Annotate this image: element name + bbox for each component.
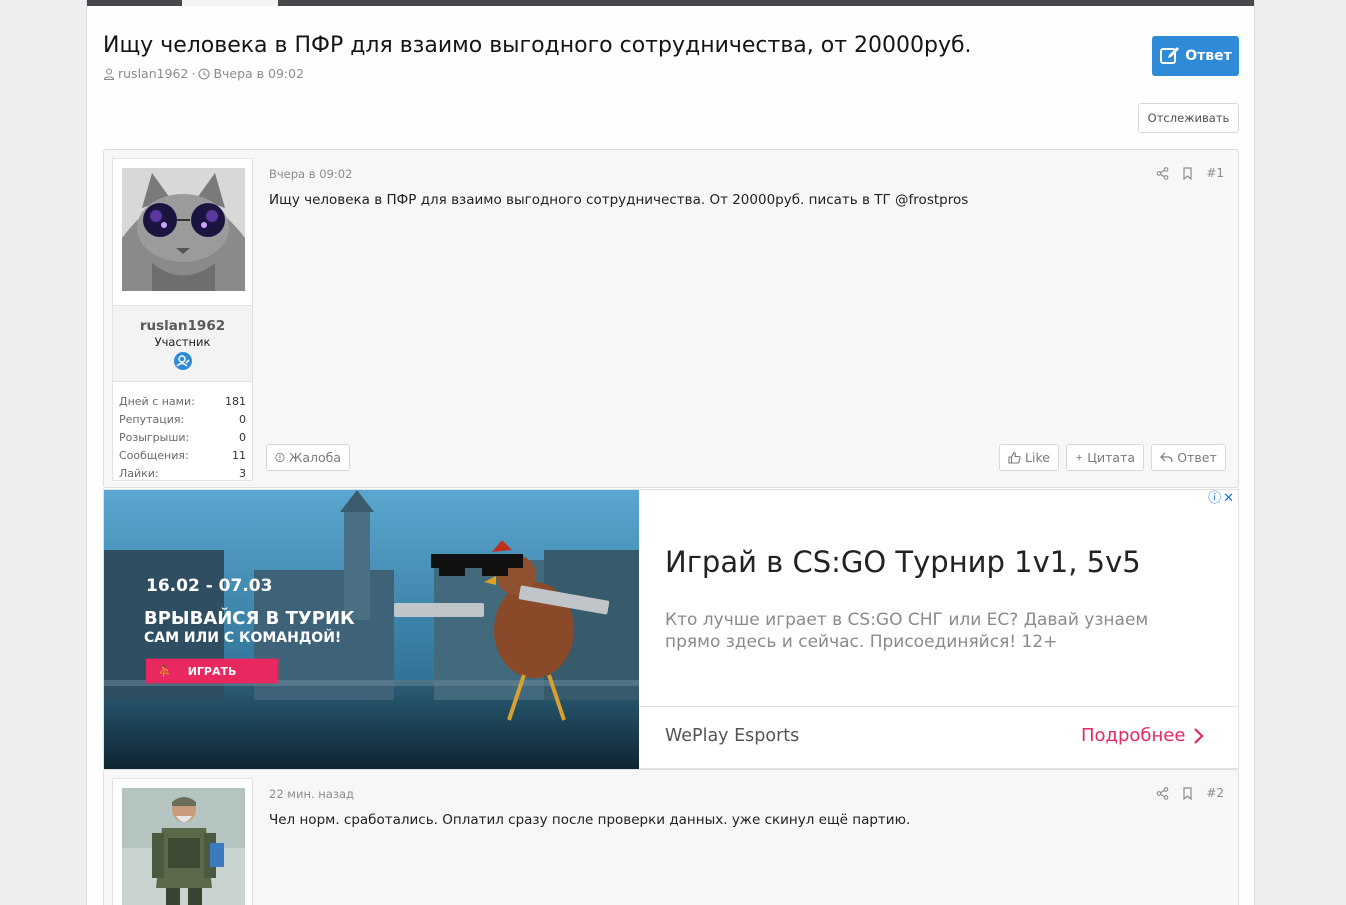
top-nav-bar bbox=[87, 0, 1254, 6]
edit-icon bbox=[1160, 47, 1180, 64]
page-container: Ищу человека в ПФР для взаимо выгодного … bbox=[86, 0, 1255, 905]
stat-label: Сообщения: bbox=[119, 448, 189, 462]
stat-row: Дней с нами: 181 bbox=[119, 392, 246, 410]
stat-row: Лайки: 3 bbox=[119, 464, 246, 482]
bookmark-icon[interactable] bbox=[1181, 166, 1194, 180]
stat-row: Репутация: 0 bbox=[119, 410, 246, 428]
ad-more-label: Подробнее bbox=[1081, 725, 1186, 746]
post-actions-top: #2 bbox=[1156, 786, 1224, 800]
stat-label: Репутация: bbox=[119, 412, 185, 426]
chevron-right-icon bbox=[1194, 727, 1205, 744]
ad-brand[interactable]: WePlay Esports bbox=[665, 726, 799, 746]
thumbs-up-icon bbox=[1008, 451, 1021, 464]
ad-divider bbox=[639, 706, 1239, 707]
thread-reply-label: Ответ bbox=[1185, 48, 1232, 64]
quote-label: Цитата bbox=[1087, 450, 1135, 465]
report-button[interactable]: Жалоба bbox=[266, 444, 350, 471]
watch-thread-button[interactable]: Отслеживать bbox=[1138, 103, 1239, 133]
clock-icon bbox=[198, 67, 210, 80]
ad-info-icon[interactable]: ⓘ bbox=[1208, 492, 1221, 506]
post-number-link[interactable]: #1 bbox=[1206, 166, 1224, 180]
post-reply-button[interactable]: Ответ bbox=[1151, 444, 1226, 471]
active-nav-tab[interactable] bbox=[182, 0, 278, 6]
post-date[interactable]: 22 мин. назад bbox=[269, 787, 354, 801]
post-message: Чел норм. сработались. Оплатил сразу пос… bbox=[269, 812, 911, 828]
post-actions-top: #1 bbox=[1156, 166, 1224, 180]
thread-author-link[interactable]: ruslan1962 bbox=[118, 66, 188, 81]
thread-title: Ищу человека в ПФР для взаимо выгодного … bbox=[103, 33, 972, 58]
user-stats: Дней с нами: 181 Репутация: 0 Розыгрыши: 0 … bbox=[119, 392, 246, 482]
user-name[interactable]: ruslan1962 bbox=[113, 318, 252, 334]
stat-label: Дней с нами: bbox=[119, 394, 195, 408]
alert-icon bbox=[275, 452, 285, 463]
user-icon bbox=[103, 67, 115, 80]
share-icon[interactable] bbox=[1156, 166, 1169, 180]
like-button[interactable]: Like bbox=[999, 444, 1059, 471]
report-label: Жалоба bbox=[288, 450, 341, 465]
quote-button[interactable]: Цитата bbox=[1066, 444, 1144, 471]
avatar[interactable] bbox=[122, 168, 245, 291]
ad-play-button[interactable]: ⛹ ИГРАТЬ bbox=[146, 659, 277, 683]
meta-separator: · bbox=[191, 66, 196, 81]
stat-value: 0 bbox=[239, 412, 246, 426]
ad-close-icon[interactable]: ✕ bbox=[1223, 492, 1234, 506]
post-user-cell bbox=[112, 778, 253, 905]
post-date[interactable]: Вчера в 09:02 bbox=[269, 167, 352, 181]
plus-icon bbox=[1076, 454, 1083, 461]
ad-description: Кто лучше играет в CS:GO СНГ или ЕС? Дав… bbox=[665, 610, 1149, 652]
bookmark-icon[interactable] bbox=[1181, 786, 1194, 800]
post-reply-label: Ответ bbox=[1177, 450, 1217, 465]
ad-headline[interactable]: Играй в CS:GO Турнир 1v1, 5v5 bbox=[665, 545, 1141, 579]
member-badge-icon bbox=[173, 352, 192, 370]
post-1: ruslan1962 Участник Дней с нами: 181 Репу… bbox=[103, 149, 1239, 488]
ad-image[interactable]: 16.02 - 07.03 ВРЫВАЙСЯ В ТУРИК САМ ИЛИ С… bbox=[104, 490, 639, 769]
user-title: Участник bbox=[154, 335, 211, 349]
ad-line-1: ВРЫВАЙСЯ В ТУРИК bbox=[144, 608, 355, 629]
ad-choices[interactable]: ⓘ ✕ bbox=[1208, 492, 1234, 506]
avatar[interactable] bbox=[122, 788, 245, 905]
stat-value: 3 bbox=[239, 466, 246, 480]
ad-line-2: САМ ИЛИ С КОМАНДОЙ! bbox=[144, 630, 342, 646]
user-info: ruslan1962 Участник bbox=[113, 305, 252, 382]
stat-row: Сообщения: 11 bbox=[119, 446, 246, 464]
stat-value: 11 bbox=[232, 448, 246, 462]
stat-value: 181 bbox=[225, 394, 246, 408]
ad-play-label: ИГРАТЬ bbox=[187, 664, 237, 678]
post-2: 22 мин. назад #2 Чел норм. сработались. … bbox=[103, 769, 1239, 905]
post-user-cell: ruslan1962 Участник Дней с нами: 181 Репу… bbox=[112, 158, 253, 481]
thread-reply-button[interactable]: Ответ bbox=[1152, 36, 1239, 76]
stat-label: Розыгрыши: bbox=[119, 430, 190, 444]
stat-row: Розыгрыши: 0 bbox=[119, 428, 246, 446]
ad-dates: 16.02 - 07.03 bbox=[146, 576, 273, 596]
thread-meta: ruslan1962 · Вчера в 09:02 bbox=[103, 66, 304, 81]
thread-date-link[interactable]: Вчера в 09:02 bbox=[213, 66, 304, 81]
post-message: Ищу человека в ПФР для взаимо выгодного … bbox=[269, 192, 969, 208]
advertisement-banner[interactable]: 16.02 - 07.03 ВРЫВАЙСЯ В ТУРИК САМ ИЛИ С… bbox=[103, 489, 1239, 769]
ad-more-link[interactable]: Подробнее bbox=[1081, 725, 1205, 746]
reply-arrow-icon bbox=[1160, 452, 1173, 463]
stat-label: Лайки: bbox=[119, 466, 159, 480]
stat-value: 0 bbox=[239, 430, 246, 444]
like-label: Like bbox=[1025, 450, 1050, 465]
runner-icon: ⛹ bbox=[158, 664, 172, 678]
post-number-link[interactable]: #2 bbox=[1206, 786, 1224, 800]
share-icon[interactable] bbox=[1156, 786, 1169, 800]
